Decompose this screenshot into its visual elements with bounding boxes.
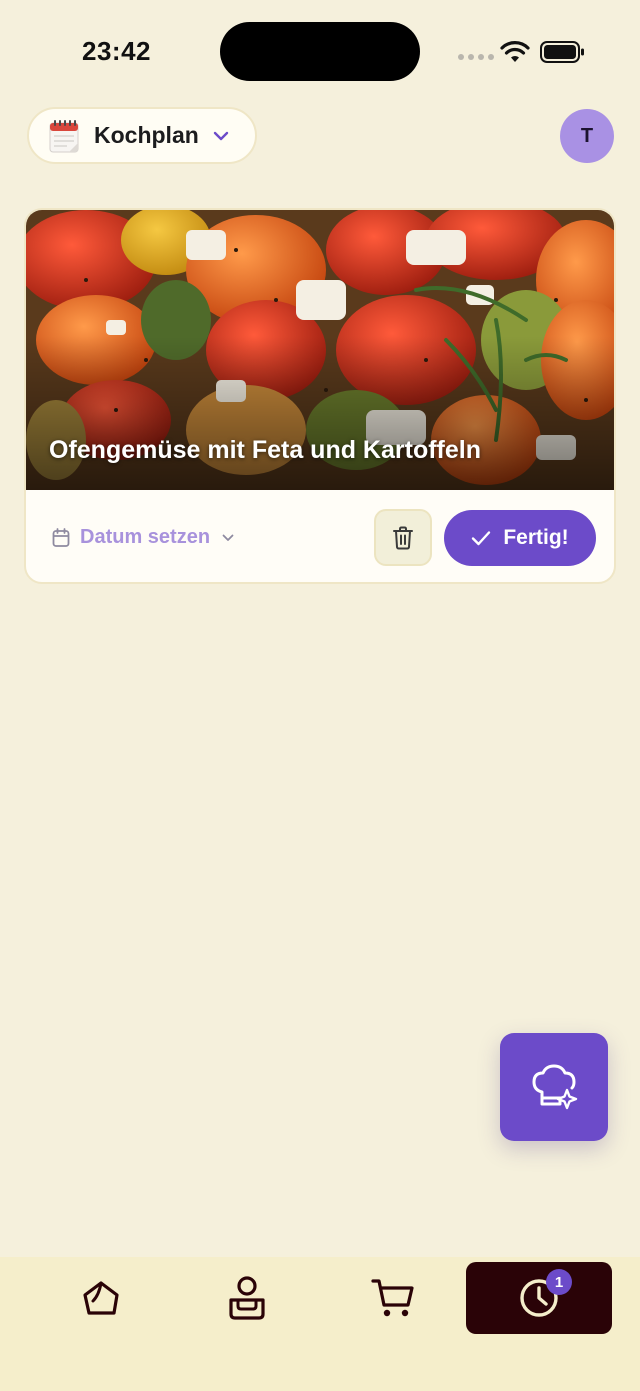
home-icon [83, 1281, 119, 1315]
nav-item-home[interactable] [28, 1262, 174, 1334]
calendar-icon [52, 527, 70, 547]
notification-badge: 1 [546, 1269, 572, 1295]
trash-icon [393, 526, 413, 549]
recipe-image[interactable]: Ofengemüse mit Feta und Kartoffeln [26, 210, 614, 490]
delete-button[interactable] [374, 509, 432, 566]
done-button-label: Fertig! [503, 526, 569, 549]
calendar-icon [49, 119, 79, 152]
nav-item-profile[interactable] [174, 1262, 320, 1334]
plan-selector[interactable]: Kochplan [27, 107, 257, 164]
chevron-down-icon [222, 534, 234, 541]
recipe-card[interactable]: Ofengemüse mit Feta und Kartoffeln Datum… [24, 208, 616, 584]
nav-item-cart[interactable] [320, 1262, 466, 1334]
checkmark-icon [472, 531, 491, 546]
bottom-navigation: 1 [0, 1257, 640, 1391]
plan-selector-label: Kochplan [94, 122, 199, 148]
ai-chef-button[interactable] [500, 1033, 608, 1141]
battery-icon [540, 41, 584, 63]
chevron-down-icon [213, 131, 228, 140]
wifi-icon [500, 41, 530, 62]
set-date-label: Datum setzen [80, 526, 211, 548]
avatar[interactable]: T [560, 109, 614, 163]
cellular-signal-icon [458, 54, 494, 60]
set-date-dropdown[interactable]: Datum setzen [52, 526, 234, 549]
chef-hat-sparkle-icon [532, 1064, 578, 1110]
profile-icon [229, 1276, 265, 1320]
nav-item-history[interactable]: 1 [466, 1262, 612, 1334]
recipe-title: Ofengemüse mit Feta und Kartoffeln [49, 436, 481, 464]
status-bar: 23:42 [0, 0, 640, 100]
done-button[interactable]: Fertig! [444, 510, 596, 566]
cart-icon [371, 1279, 414, 1317]
status-time: 23:42 [82, 36, 151, 66]
dynamic-island [220, 22, 420, 81]
